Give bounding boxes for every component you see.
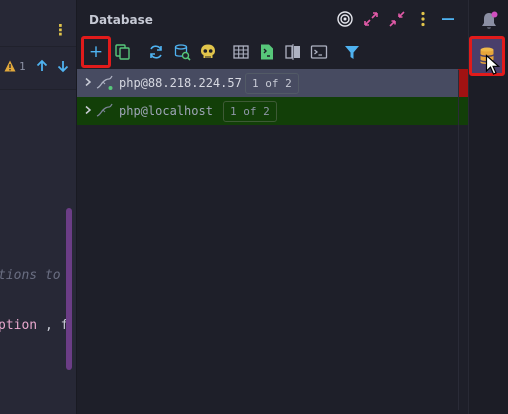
editor-panel: ⋮ 1 tions to ption , f	[0, 0, 76, 414]
schema-search-icon[interactable]	[173, 43, 191, 61]
connection-name: php@88.218.224.57	[119, 76, 242, 90]
hide-icon[interactable]	[439, 10, 457, 28]
table-icon[interactable]	[232, 43, 250, 61]
filter-icon[interactable]	[343, 43, 361, 61]
copy-icon[interactable]	[114, 43, 132, 61]
collapse-all-icon[interactable]	[388, 10, 406, 28]
warning-icon[interactable]	[4, 60, 16, 72]
previous-highlight-icon[interactable]	[35, 59, 49, 73]
refresh-icon[interactable]	[147, 43, 165, 61]
add-button[interactable]: +	[81, 36, 111, 68]
edit-source-icon[interactable]	[258, 43, 276, 61]
skull-icon[interactable]	[199, 43, 217, 61]
compare-icon[interactable]	[284, 43, 302, 61]
code-keyword: ption	[0, 318, 38, 333]
tree-scrollbar[interactable]	[458, 70, 459, 410]
mysql-datasource-icon	[96, 103, 113, 117]
schema-count-badge[interactable]: 1 of 2	[245, 73, 299, 94]
next-highlight-icon[interactable]	[56, 59, 70, 73]
mysql-datasource-icon	[96, 75, 113, 90]
mouse-cursor-icon	[485, 54, 501, 75]
chevron-right-icon[interactable]	[83, 105, 93, 115]
editor-options-icon[interactable]: ⋮	[53, 22, 68, 38]
expand-all-icon[interactable]	[362, 10, 380, 28]
add-icon: +	[88, 41, 104, 62]
chevron-right-icon[interactable]	[83, 77, 93, 87]
connection-name: php@localhost	[119, 104, 213, 118]
code-text: , f	[37, 318, 69, 333]
tree-row[interactable]: php@88.218.224.57 1 of 2	[77, 69, 469, 97]
console-icon[interactable]	[310, 43, 328, 61]
database-tool-window: Database + php@88.218.224.57 1 of 2 php@…	[76, 0, 469, 414]
code-line: ption , f	[0, 318, 68, 333]
target-icon[interactable]	[336, 10, 354, 28]
tool-window-title: Database	[89, 13, 153, 27]
tree-row[interactable]: php@localhost 1 of 2	[77, 97, 469, 125]
schema-count-badge[interactable]: 1 of 2	[223, 101, 277, 122]
options-icon[interactable]	[414, 10, 432, 28]
warning-count: 1	[19, 60, 26, 73]
right-tool-strip	[468, 0, 508, 414]
code-line: tions to	[0, 268, 61, 283]
connection-tree: php@88.218.224.57 1 of 2 php@localhost 1…	[77, 69, 469, 125]
notifications-icon[interactable]	[479, 10, 499, 32]
database-toolbar	[77, 38, 469, 68]
tool-window-header: Database	[77, 0, 469, 38]
editor-scrollbar[interactable]	[66, 208, 72, 370]
